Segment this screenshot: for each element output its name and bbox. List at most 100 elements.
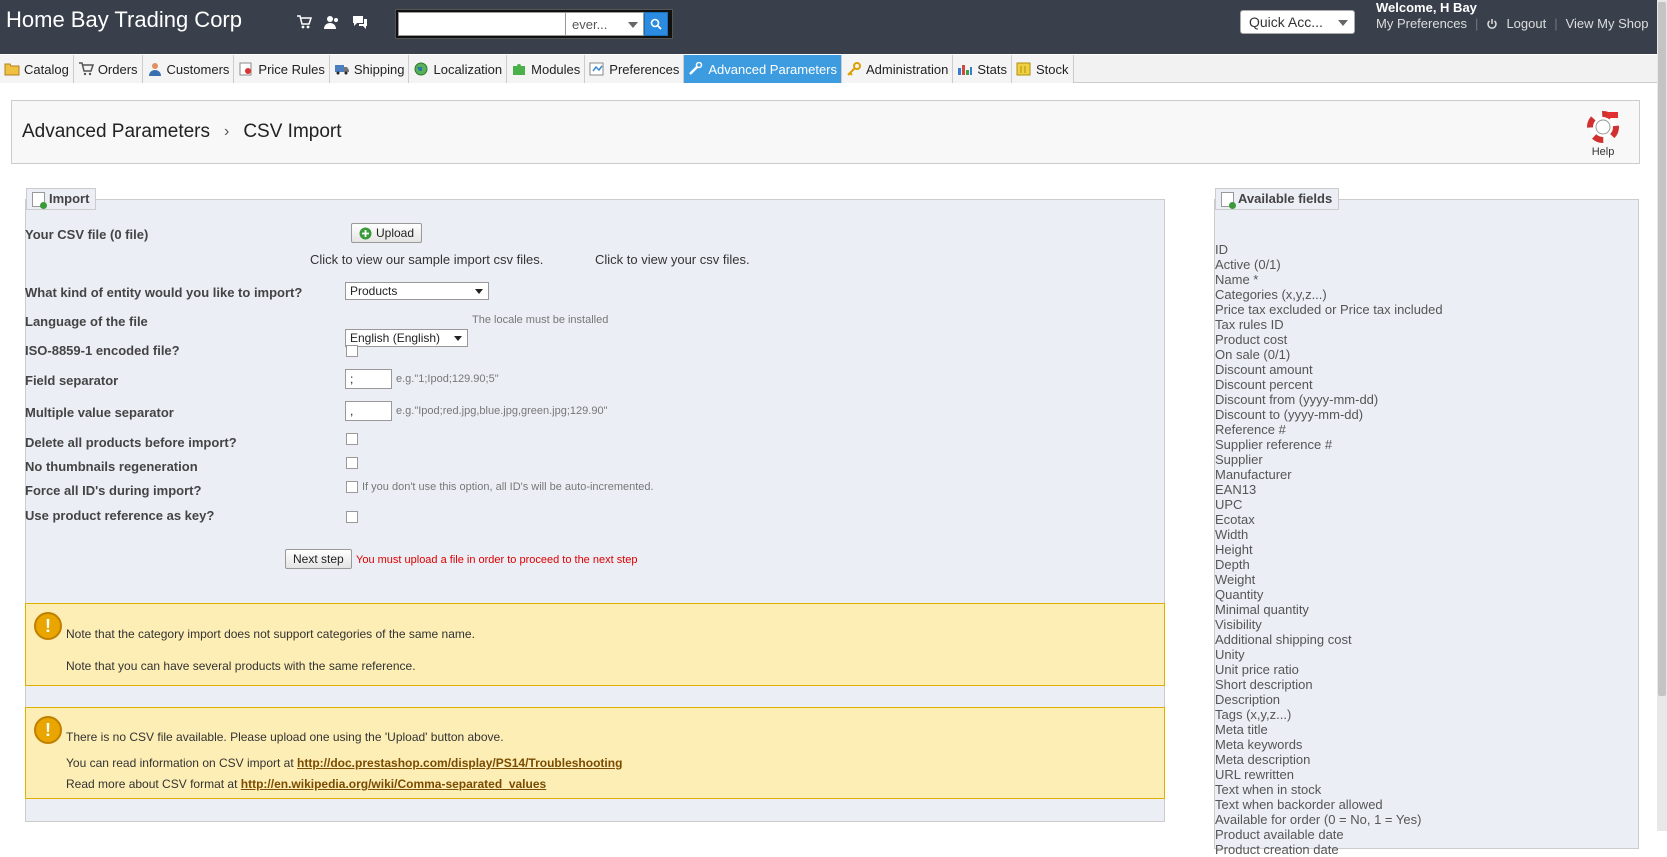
no-thumbnails-label: No thumbnails regeneration	[25, 459, 198, 474]
available-field-item: UPC	[1215, 497, 1243, 512]
available-field-item: On sale (0/1)	[1215, 347, 1291, 362]
note-text: Note that you can have several products …	[66, 659, 416, 673]
multi-separator-input[interactable]	[345, 401, 392, 421]
available-field-item: EAN13	[1215, 482, 1257, 497]
quick-access-select[interactable]: Quick Acc...	[1240, 10, 1355, 34]
next-step-warning: You must upload a file in order to proce…	[356, 554, 638, 566]
upload-button[interactable]: Upload	[351, 223, 423, 243]
available-field-item: Meta title	[1215, 722, 1268, 737]
multi-separator-label: Multiple value separator	[25, 405, 174, 420]
available-field-item: Product available date	[1215, 827, 1344, 842]
available-fields-list: ID Active (0/1) Name * Categories (x,y,z...…	[1215, 242, 1443, 857]
available-field-item: Discount percent	[1215, 377, 1313, 392]
csv-file-label: Your CSV file (0 file)	[25, 227, 149, 242]
field-separator-label: Field separator	[25, 373, 119, 388]
available-field-item: Price tax excluded or Price tax included	[1215, 302, 1443, 317]
add-icon	[359, 227, 372, 239]
csv-format-link[interactable]: http://en.wikipedia.org/wiki/Comma-separ…	[241, 777, 546, 791]
available-field-item: Quantity	[1215, 587, 1264, 602]
iso-checkbox[interactable]	[346, 345, 358, 357]
language-hint: The locale must be installed	[472, 314, 609, 326]
your-files-link[interactable]: Click to view your csv files.	[595, 252, 750, 267]
available-field-item: Description	[1215, 692, 1281, 707]
language-label: Language of the file	[25, 314, 148, 329]
available-field-item: Text when backorder allowed	[1215, 797, 1383, 812]
available-field-item: Unit price ratio	[1215, 662, 1299, 677]
delete-products-label: Delete all products before import?	[25, 435, 237, 450]
note-text: There is no CSV file available. Please u…	[66, 730, 504, 744]
available-field-item: Ecotax	[1215, 512, 1255, 527]
available-field-item: Product cost	[1215, 332, 1288, 347]
available-field-item: Active (0/1)	[1215, 257, 1281, 272]
warning-icon: !	[34, 612, 62, 640]
separator: |	[1554, 16, 1558, 31]
field-separator-hint: e.g."1;Ipod;129.90;5"	[396, 373, 499, 385]
available-fields-panel: Available fields ID Active (0/1) Name * Cat…	[1214, 188, 1639, 857]
multi-separator-hint: e.g."Ipod;red.jpg,blue.jpg,green.jpg;129…	[396, 405, 608, 417]
import-form: Your CSV file (0 file) Upload Click to v…	[25, 0, 1165, 569]
entity-select[interactable]: Products	[345, 282, 489, 300]
available-field-item: Supplier reference #	[1215, 437, 1333, 452]
available-field-item: Additional shipping cost	[1215, 632, 1352, 647]
available-field-item: Short description	[1215, 677, 1313, 692]
available-field-item: Depth	[1215, 557, 1250, 572]
available-field-item: Minimal quantity	[1215, 602, 1309, 617]
available-field-item: Product creation date	[1215, 842, 1339, 857]
no-csv-note-box: ! There is no CSV file available. Please…	[25, 707, 1165, 799]
page-scrollbar[interactable]	[1657, 0, 1667, 831]
document-icon	[1221, 192, 1236, 209]
delete-products-checkbox[interactable]	[346, 433, 358, 445]
my-preferences-link[interactable]: My Preferences	[1376, 16, 1467, 31]
available-field-item: Discount amount	[1215, 362, 1313, 377]
user-links: My Preferences | Logout | View My Shop	[1376, 16, 1648, 31]
scrollbar-thumb[interactable]	[1658, 2, 1666, 696]
available-fields-legend: Available fields	[1215, 188, 1340, 210]
upload-label: Upload	[376, 226, 415, 240]
logout-link[interactable]: Logout	[1506, 16, 1546, 31]
next-step-button[interactable]: Next step	[285, 549, 352, 569]
note-text: You can read information on CSV import a…	[66, 756, 622, 770]
available-field-item: URL rewritten	[1215, 767, 1294, 782]
force-ids-checkbox[interactable]	[346, 481, 358, 493]
separator: |	[1475, 16, 1479, 31]
available-field-item: Discount to (yyyy-mm-dd)	[1215, 407, 1364, 422]
note-text: Note that the category import does not s…	[66, 627, 475, 641]
reference-key-checkbox[interactable]	[346, 511, 358, 523]
iso-label: ISO-8859-1 encoded file?	[25, 343, 180, 358]
available-field-item: Meta description	[1215, 752, 1311, 767]
field-separator-input[interactable]	[345, 369, 392, 389]
available-field-item: Discount from (yyyy-mm-dd)	[1215, 392, 1379, 407]
no-thumbnails-checkbox[interactable]	[346, 457, 358, 469]
folder-icon	[4, 62, 20, 76]
category-note-box: ! Note that the category import does not…	[25, 603, 1165, 686]
available-field-item: Reference #	[1215, 422, 1286, 437]
language-select[interactable]: English (English)	[345, 329, 468, 347]
available-field-item: Manufacturer	[1215, 467, 1292, 482]
note-text: Read more about CSV format at http://en.…	[66, 777, 546, 791]
sample-files-link[interactable]: Click to view our sample import csv file…	[310, 252, 543, 267]
available-field-item: Tags (x,y,z...)	[1215, 707, 1292, 722]
welcome-text: Welcome, H Bay	[1376, 0, 1477, 15]
available-field-item: Width	[1215, 527, 1249, 542]
force-ids-label: Force all ID's during import?	[25, 483, 202, 498]
available-fields-legend-text: Available fields	[1238, 191, 1333, 206]
note-prefix: Read more about CSV format at	[66, 777, 238, 791]
available-field-item: Unity	[1215, 647, 1245, 662]
help-button[interactable]: Help	[1585, 111, 1621, 158]
available-field-item: Available for order (0 = No, 1 = Yes)	[1215, 812, 1422, 827]
available-field-item: Text when in stock	[1215, 782, 1322, 797]
available-field-item: Meta keywords	[1215, 737, 1303, 752]
available-field-item: Height	[1215, 542, 1253, 557]
reference-key-label: Use product reference as key?	[25, 508, 215, 523]
force-ids-hint: If you don't use this option, all ID's w…	[362, 481, 654, 493]
view-my-shop-link[interactable]: View My Shop	[1566, 16, 1649, 31]
available-field-item: Categories (x,y,z...)	[1215, 287, 1327, 302]
power-icon	[1487, 18, 1498, 29]
help-label: Help	[1591, 146, 1615, 158]
available-field-item: Supplier	[1215, 452, 1263, 467]
available-field-item: Visibility	[1215, 617, 1262, 632]
available-field-item: Name *	[1215, 272, 1259, 287]
available-field-item: Weight	[1215, 572, 1256, 587]
entity-label: What kind of entity would you like to im…	[25, 285, 303, 300]
troubleshooting-link[interactable]: http://doc.prestashop.com/display/PS14/T…	[297, 756, 622, 770]
